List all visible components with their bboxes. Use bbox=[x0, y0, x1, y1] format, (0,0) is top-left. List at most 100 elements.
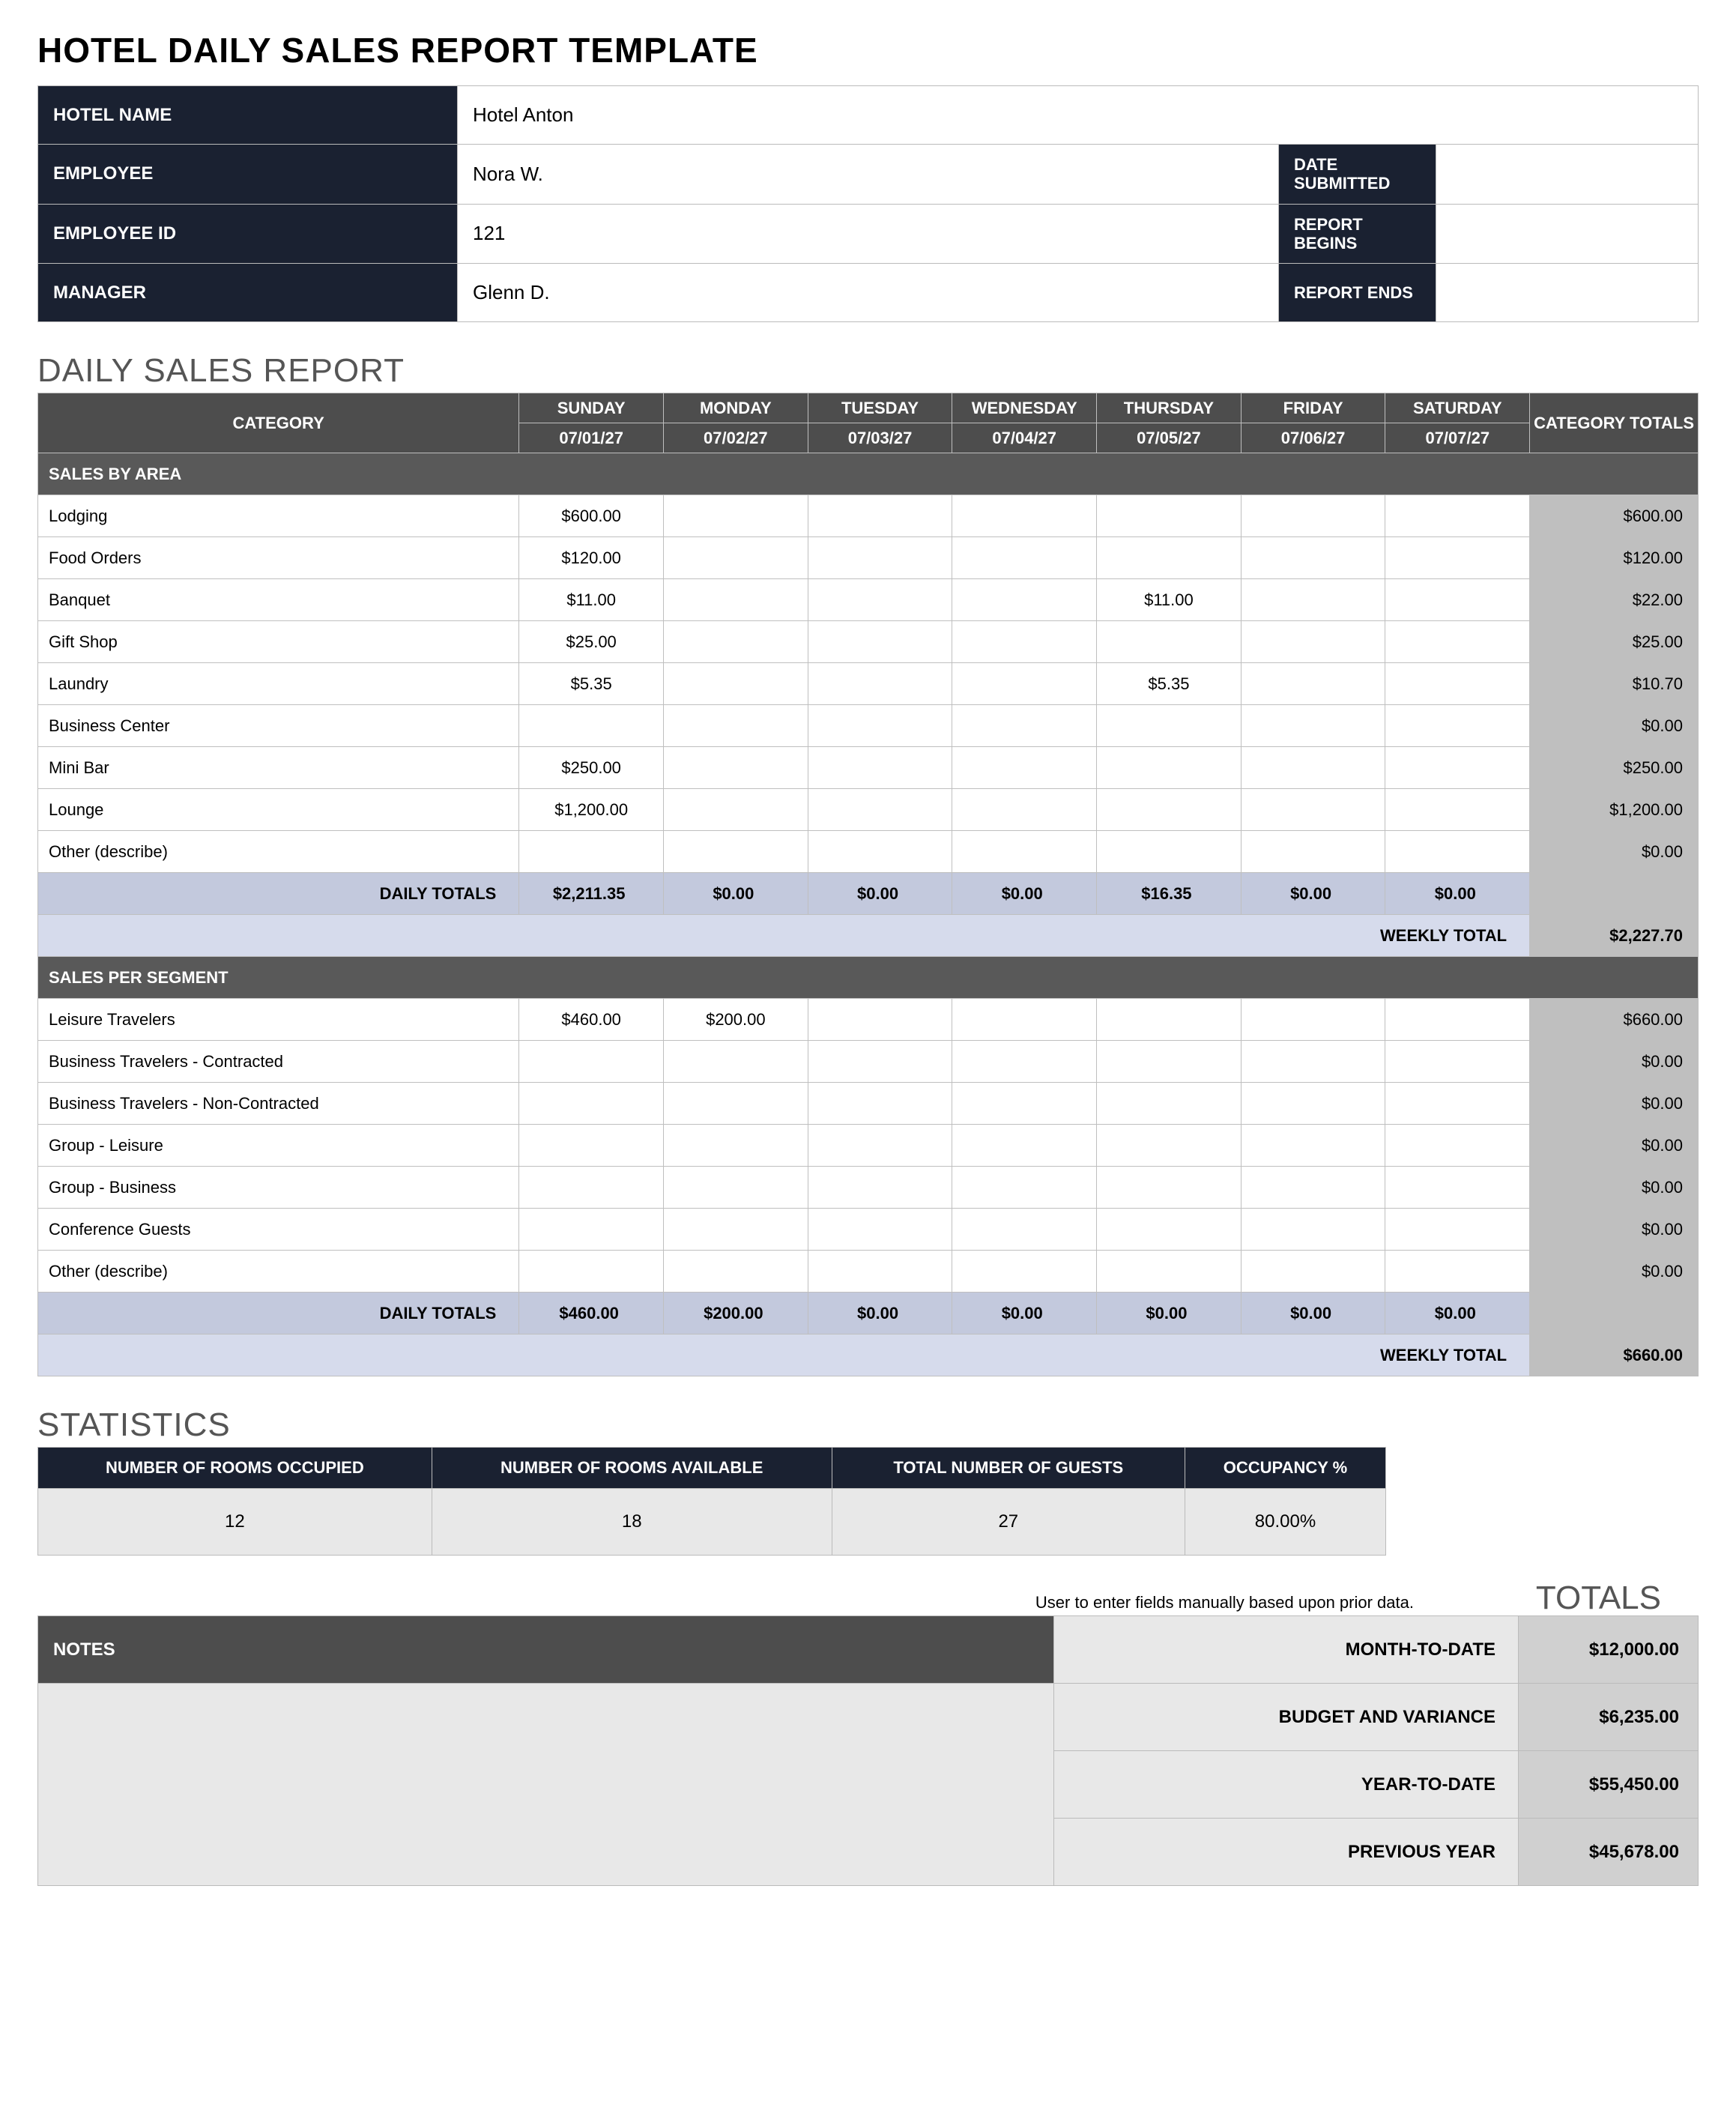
sales-cell[interactable] bbox=[952, 789, 1097, 831]
sales-cell[interactable] bbox=[1097, 999, 1241, 1041]
sales-cell[interactable] bbox=[1241, 1125, 1385, 1167]
sales-cell[interactable] bbox=[1097, 1251, 1241, 1293]
sales-cell[interactable]: $200.00 bbox=[664, 999, 808, 1041]
notes-body[interactable] bbox=[38, 1684, 1054, 1886]
ytd-value[interactable]: $55,450.00 bbox=[1519, 1751, 1699, 1819]
sales-cell[interactable] bbox=[1241, 621, 1385, 663]
sales-cell[interactable] bbox=[519, 1251, 664, 1293]
sales-cell[interactable] bbox=[1241, 831, 1385, 873]
sales-cell[interactable] bbox=[519, 705, 664, 747]
sales-cell[interactable] bbox=[808, 1251, 952, 1293]
hotel-name-value[interactable]: Hotel Anton bbox=[458, 86, 1699, 145]
sales-cell[interactable] bbox=[808, 789, 952, 831]
sales-cell[interactable] bbox=[1097, 1125, 1241, 1167]
sales-cell[interactable] bbox=[664, 747, 808, 789]
sales-cell[interactable] bbox=[1385, 1209, 1530, 1251]
sales-cell[interactable] bbox=[952, 747, 1097, 789]
report-ends-value[interactable] bbox=[1436, 264, 1699, 322]
sales-cell[interactable] bbox=[1097, 705, 1241, 747]
sales-cell[interactable] bbox=[1385, 747, 1530, 789]
sales-cell[interactable] bbox=[1241, 999, 1385, 1041]
sales-cell[interactable] bbox=[664, 1041, 808, 1083]
sales-cell[interactable] bbox=[1241, 1209, 1385, 1251]
sales-cell[interactable] bbox=[1385, 789, 1530, 831]
sales-cell[interactable] bbox=[1241, 663, 1385, 705]
sales-cell[interactable] bbox=[808, 831, 952, 873]
sales-cell[interactable]: $5.35 bbox=[1097, 663, 1241, 705]
stats-v-2[interactable]: 27 bbox=[832, 1489, 1185, 1556]
sales-cell[interactable] bbox=[808, 1083, 952, 1125]
sales-cell[interactable] bbox=[952, 705, 1097, 747]
stats-v-3[interactable]: 80.00% bbox=[1185, 1489, 1385, 1556]
sales-cell[interactable]: $600.00 bbox=[519, 495, 664, 537]
sales-cell[interactable] bbox=[952, 663, 1097, 705]
sales-cell[interactable] bbox=[664, 663, 808, 705]
sales-cell[interactable] bbox=[664, 621, 808, 663]
sales-cell[interactable]: $11.00 bbox=[1097, 579, 1241, 621]
report-begins-value[interactable] bbox=[1436, 204, 1699, 264]
sales-cell[interactable] bbox=[808, 579, 952, 621]
sales-cell[interactable] bbox=[519, 1167, 664, 1209]
sales-cell[interactable] bbox=[1097, 537, 1241, 579]
date-submitted-value[interactable] bbox=[1436, 145, 1699, 205]
sales-cell[interactable] bbox=[952, 831, 1097, 873]
sales-cell[interactable] bbox=[664, 1125, 808, 1167]
sales-cell[interactable] bbox=[808, 495, 952, 537]
sales-cell[interactable] bbox=[808, 621, 952, 663]
manager-value[interactable]: Glenn D. bbox=[458, 264, 1279, 322]
sales-cell[interactable] bbox=[664, 831, 808, 873]
sales-cell[interactable] bbox=[1385, 999, 1530, 1041]
sales-cell[interactable] bbox=[808, 1125, 952, 1167]
sales-cell[interactable] bbox=[1097, 831, 1241, 873]
sales-cell[interactable] bbox=[952, 999, 1097, 1041]
sales-cell[interactable] bbox=[1241, 705, 1385, 747]
sales-cell[interactable] bbox=[952, 1251, 1097, 1293]
sales-cell[interactable] bbox=[664, 495, 808, 537]
sales-cell[interactable] bbox=[664, 1167, 808, 1209]
sales-cell[interactable] bbox=[519, 1041, 664, 1083]
sales-cell[interactable] bbox=[1385, 579, 1530, 621]
sales-cell[interactable] bbox=[1385, 1125, 1530, 1167]
sales-cell[interactable] bbox=[1241, 1041, 1385, 1083]
employee-id-value[interactable]: 121 bbox=[458, 204, 1279, 264]
sales-cell[interactable] bbox=[1241, 579, 1385, 621]
sales-cell[interactable] bbox=[1097, 495, 1241, 537]
sales-cell[interactable] bbox=[519, 831, 664, 873]
sales-cell[interactable] bbox=[952, 621, 1097, 663]
sales-cell[interactable] bbox=[952, 1041, 1097, 1083]
sales-cell[interactable]: $25.00 bbox=[519, 621, 664, 663]
sales-cell[interactable] bbox=[1097, 747, 1241, 789]
sales-cell[interactable] bbox=[952, 537, 1097, 579]
sales-cell[interactable] bbox=[808, 1167, 952, 1209]
sales-cell[interactable] bbox=[1241, 1083, 1385, 1125]
sales-cell[interactable] bbox=[664, 1083, 808, 1125]
mtd-value[interactable]: $12,000.00 bbox=[1519, 1616, 1699, 1684]
sales-cell[interactable] bbox=[519, 1083, 664, 1125]
sales-cell[interactable] bbox=[952, 1083, 1097, 1125]
sales-cell[interactable]: $120.00 bbox=[519, 537, 664, 579]
sales-cell[interactable]: $5.35 bbox=[519, 663, 664, 705]
sales-cell[interactable] bbox=[808, 663, 952, 705]
stats-v-1[interactable]: 18 bbox=[432, 1489, 832, 1556]
sales-cell[interactable] bbox=[952, 579, 1097, 621]
sales-cell[interactable] bbox=[952, 1125, 1097, 1167]
sales-cell[interactable] bbox=[664, 1209, 808, 1251]
sales-cell[interactable] bbox=[808, 705, 952, 747]
sales-cell[interactable] bbox=[1097, 1041, 1241, 1083]
sales-cell[interactable]: $250.00 bbox=[519, 747, 664, 789]
sales-cell[interactable] bbox=[1385, 705, 1530, 747]
sales-cell[interactable] bbox=[1385, 621, 1530, 663]
sales-cell[interactable] bbox=[664, 789, 808, 831]
sales-cell[interactable] bbox=[1241, 537, 1385, 579]
sales-cell[interactable] bbox=[1241, 747, 1385, 789]
prev-year-value[interactable]: $45,678.00 bbox=[1519, 1819, 1699, 1886]
employee-value[interactable]: Nora W. bbox=[458, 145, 1279, 205]
sales-cell[interactable] bbox=[952, 1167, 1097, 1209]
sales-cell[interactable] bbox=[519, 1209, 664, 1251]
sales-cell[interactable] bbox=[1385, 537, 1530, 579]
sales-cell[interactable] bbox=[952, 495, 1097, 537]
sales-cell[interactable] bbox=[664, 579, 808, 621]
sales-cell[interactable] bbox=[808, 1041, 952, 1083]
sales-cell[interactable] bbox=[1385, 1083, 1530, 1125]
sales-cell[interactable] bbox=[1385, 495, 1530, 537]
